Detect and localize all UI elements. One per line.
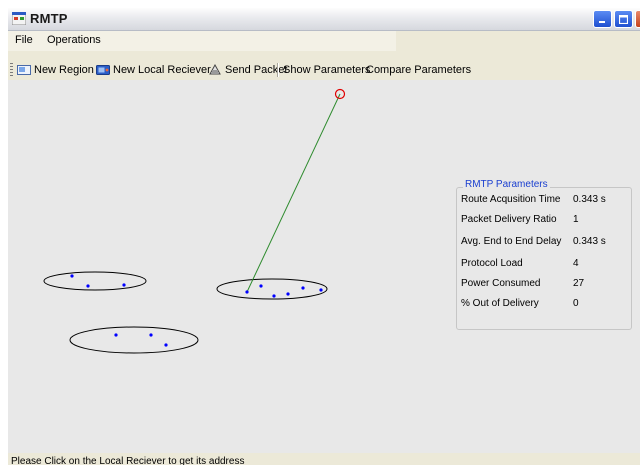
param-label: Packet Delivery Ratio	[461, 214, 557, 225]
status-text: Please Click on the Local Reciever to ge…	[11, 456, 245, 465]
param-value: 4	[573, 258, 579, 269]
region-icon	[17, 65, 31, 75]
route-line	[246, 93, 341, 293]
maximize-button[interactable]	[614, 10, 633, 28]
param-label: Route Acqusition Time	[461, 194, 561, 205]
send-packet-icon	[209, 64, 221, 75]
toolbar-grip[interactable]	[10, 63, 13, 77]
title-bar[interactable]: RMTP	[8, 8, 640, 31]
receiver-node[interactable]	[149, 333, 153, 337]
receiver-node[interactable]	[319, 288, 323, 292]
toolbar: New Region New Local Reciever Send Packe…	[8, 61, 640, 79]
close-button[interactable]	[635, 10, 640, 28]
receiver-node[interactable]	[286, 292, 290, 296]
param-value: 0.343 s	[573, 236, 606, 247]
param-value: 0.343 s	[573, 194, 606, 205]
status-bar: Please Click on the Local Reciever to ge…	[8, 453, 640, 465]
compare-parameters-label: Compare Parameters	[366, 64, 472, 76]
receiver-node[interactable]	[272, 294, 276, 298]
param-value: 0	[573, 298, 579, 309]
region-1[interactable]	[43, 271, 147, 291]
menu-operations[interactable]: Operations	[47, 34, 101, 46]
app-icon	[12, 12, 26, 25]
region-3-nodes	[114, 333, 168, 347]
receiver-node[interactable]	[122, 283, 126, 287]
send-packet-button[interactable]: Send Packet	[208, 62, 287, 78]
send-packet-label: Send Packet	[225, 64, 288, 76]
region-2[interactable]	[216, 278, 328, 300]
receiver-node[interactable]	[259, 284, 263, 288]
receiver-icon	[96, 65, 110, 75]
show-parameters-button[interactable]: Show Parameters	[283, 62, 370, 78]
compare-parameters-button[interactable]: Compare Parameters	[366, 62, 471, 78]
minimize-icon	[599, 20, 605, 23]
receiver-node[interactable]	[164, 343, 168, 347]
receiver-node[interactable]	[70, 274, 74, 278]
minimize-button[interactable]	[593, 10, 612, 28]
param-label: Power Consumed	[461, 278, 541, 289]
receiver-node[interactable]	[86, 284, 90, 288]
menu-file[interactable]: File	[15, 34, 33, 46]
network-canvas[interactable]: RMTP Parameters Route Acqusition Time 0.…	[8, 80, 640, 453]
window-title: RMTP	[30, 11, 68, 26]
region-1-nodes	[70, 274, 126, 288]
receiver-node[interactable]	[114, 333, 118, 337]
show-parameters-label: Show Parameters	[283, 64, 371, 76]
new-local-receiver-label: New Local Reciever	[113, 64, 211, 76]
new-local-receiver-button[interactable]: New Local Reciever	[96, 62, 211, 78]
main-window: RMTP File Operations New Region New Loca…	[8, 8, 640, 465]
param-label: % Out of Delivery	[461, 298, 539, 309]
param-label: Avg. End to End Delay	[461, 236, 562, 247]
menu-bar: File Operations	[8, 31, 640, 51]
receiver-node[interactable]	[301, 286, 305, 290]
receiver-node[interactable]	[245, 290, 249, 294]
param-value: 27	[573, 278, 585, 289]
maximize-icon	[619, 14, 628, 24]
new-region-label: New Region	[34, 64, 94, 76]
new-region-button[interactable]: New Region	[17, 62, 94, 78]
param-label: Protocol Load	[461, 258, 523, 269]
param-value: 1	[573, 214, 579, 225]
region-3[interactable]	[69, 326, 199, 354]
parameters-title: RMTP Parameters	[463, 179, 550, 190]
